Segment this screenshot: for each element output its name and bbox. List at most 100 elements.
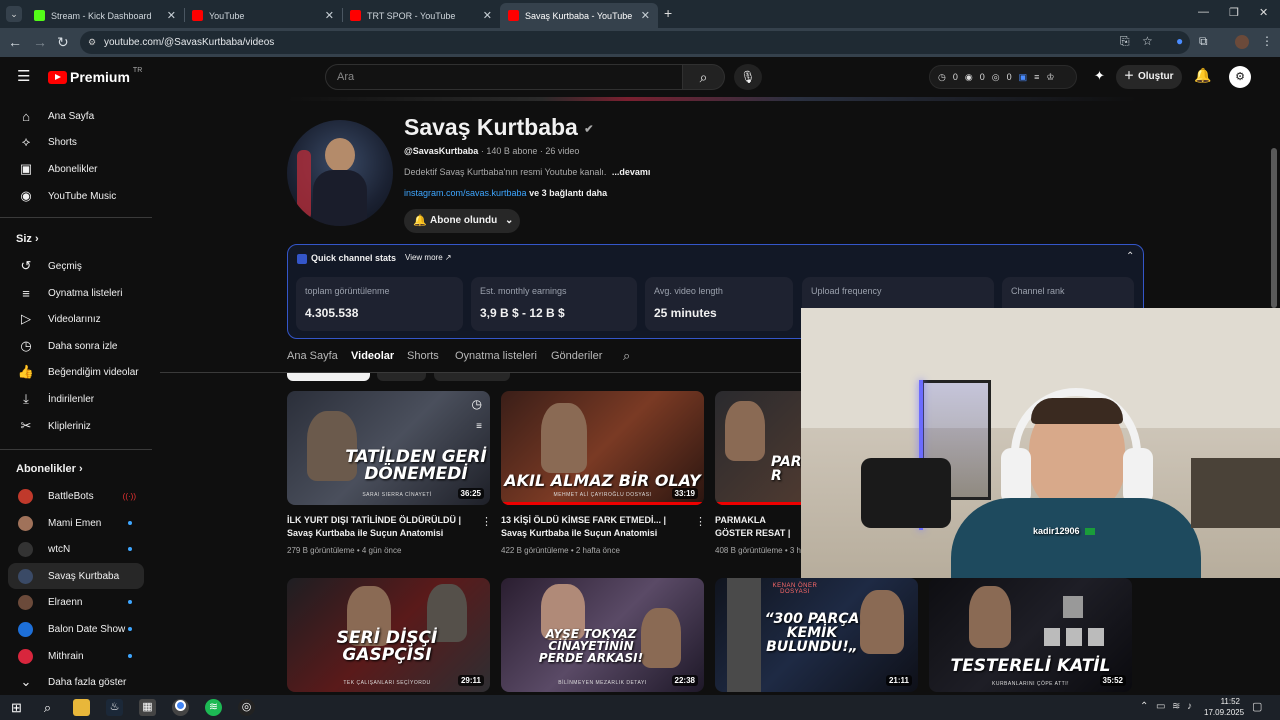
- video-thumbnail[interactable]: AYŞE TOKYAZ CİNAYETİNİN PERDE ARKASI! Bİ…: [501, 578, 704, 692]
- tab-home[interactable]: Ana Sayfa: [287, 350, 338, 362]
- tab-playlists[interactable]: Oynatma listeleri: [455, 350, 537, 362]
- filter-chip-latest[interactable]: [287, 373, 370, 381]
- account-avatar[interactable]: ⚙: [1229, 66, 1251, 88]
- video-thumbnail[interactable]: SERİ DİŞÇİ GASPÇISI TEK ÇALIŞANLARI SEÇİ…: [287, 578, 490, 692]
- search-icon[interactable]: ⌕: [683, 64, 725, 90]
- sidebar-subscription-active[interactable]: Savaş Kurtbaba: [8, 563, 144, 589]
- tool-icon[interactable]: ▣: [1019, 72, 1028, 83]
- restore-icon[interactable]: ❐: [1229, 6, 1239, 19]
- sidebar-item-playlists[interactable]: ≡ Oynatma listeleri: [8, 280, 144, 306]
- filter-chip-oldest[interactable]: [434, 373, 510, 381]
- browser-tab[interactable]: YouTube ✕: [184, 3, 342, 28]
- view-more-link[interactable]: View more ↗: [405, 253, 452, 262]
- page-scrollbar[interactable]: [1271, 148, 1277, 308]
- tray-display-icon[interactable]: ▭: [1156, 701, 1165, 712]
- channel-search-icon[interactable]: ⌕: [623, 348, 630, 364]
- watch-later-icon[interactable]: ◷: [472, 397, 482, 411]
- subscribed-button[interactable]: 🔔 Abone olundu ⌄: [404, 209, 520, 233]
- install-app-icon[interactable]: ⎘: [1120, 34, 1130, 49]
- browser-menu-icon[interactable]: ⋮: [1261, 34, 1273, 48]
- file-explorer-icon[interactable]: [73, 699, 90, 716]
- puzzle-icon[interactable]: ⧉: [1199, 34, 1208, 49]
- close-icon[interactable]: ✕: [325, 9, 334, 22]
- spotify-icon[interactable]: ≋: [205, 699, 222, 716]
- sidebar-show-more[interactable]: ⌄ Daha fazla göster: [8, 669, 144, 695]
- mic-icon[interactable]: 🎙: [734, 64, 762, 90]
- tray-chevron-icon[interactable]: ⌃: [1140, 701, 1148, 712]
- sidebar-subscription[interactable]: wtcN: [8, 536, 144, 562]
- clock[interactable]: 11:52 17.09.2025: [1204, 696, 1244, 718]
- video-thumbnail[interactable]: AKIL ALMAZ BİR OLAY MEHMET ALİ ÇAYIROĞLU…: [501, 391, 704, 505]
- more-links[interactable]: ve 3 bağlantı daha: [529, 188, 607, 198]
- sidebar-you-header[interactable]: Siz ›: [16, 233, 39, 245]
- video-menu-icon[interactable]: ⋮: [481, 515, 492, 528]
- video-menu-icon[interactable]: ⋮: [695, 515, 706, 528]
- volume-icon[interactable]: ♪: [1187, 701, 1192, 712]
- browser-tab[interactable]: TRT SPOR - YouTube ✕: [342, 3, 500, 28]
- tab-videos[interactable]: Videolar: [351, 350, 394, 362]
- extension-stats-pill[interactable]: ◷ 0 ◉ 0 ◎ 0 ▣ ≡ ♔: [929, 65, 1077, 89]
- channel-description[interactable]: Dedektif Savaş Kurtbaba'nın resmi Youtub…: [404, 167, 650, 177]
- new-tab-icon[interactable]: +: [664, 5, 672, 21]
- sidebar-item-watch-later[interactable]: ◷ Daha sonra izle: [8, 333, 144, 359]
- video-thumbnail[interactable]: TATİLDEN GERİ DÖNEMEDİ SARAI SIERRA CİNA…: [287, 391, 490, 505]
- close-icon[interactable]: ✕: [641, 9, 650, 22]
- calculator-icon[interactable]: ▦: [139, 699, 156, 716]
- search-input[interactable]: Ara: [325, 64, 683, 90]
- sidebar-item-youtube-music[interactable]: ◉ YouTube Music: [8, 183, 144, 209]
- close-window-icon[interactable]: ✕: [1259, 6, 1268, 19]
- video-thumbnail[interactable]: TESTERELİ KATİL KURBANLARINI ÇÖPE ATTI! …: [929, 578, 1132, 692]
- browser-tab[interactable]: Stream - Kick Dashboard ✕: [26, 3, 184, 28]
- sparkle-icon[interactable]: ✦: [1094, 68, 1105, 84]
- reload-icon[interactable]: ↻: [57, 34, 69, 51]
- tab-posts[interactable]: Gönderiler: [551, 350, 602, 362]
- extension-icon[interactable]: ●: [1176, 34, 1183, 48]
- profile-avatar[interactable]: [1235, 35, 1249, 49]
- video-thumbnail[interactable]: PAR R: [715, 391, 801, 505]
- sidebar-subscription[interactable]: Balon Date Show: [8, 616, 144, 642]
- close-icon[interactable]: ✕: [483, 9, 492, 22]
- sidebar-subscription[interactable]: Mithrain: [8, 643, 144, 669]
- url-field[interactable]: ⚙ youtube.com/@SavasKurtbaba/videos: [80, 31, 1190, 54]
- windows-start-icon[interactable]: ⊞: [8, 699, 25, 716]
- sidebar-item-downloads[interactable]: ⤓ İndirilenler: [8, 386, 144, 412]
- youtube-logo[interactable]: Premium TR: [48, 67, 142, 85]
- instagram-link[interactable]: instagram.com/savas.kurtbaba: [404, 188, 527, 198]
- sidebar-item-shorts[interactable]: ⟡ Shorts: [8, 129, 144, 155]
- sidebar-subscription[interactable]: BattleBots ((·)): [8, 483, 144, 509]
- trophy-icon[interactable]: ♔: [1046, 72, 1054, 83]
- sidebar-item-subscriptions[interactable]: ▣ Abonelikler: [8, 156, 144, 182]
- create-button[interactable]: ＋ Oluştur: [1116, 65, 1182, 89]
- site-info-icon[interactable]: ⚙: [88, 31, 96, 54]
- tab-list-icon[interactable]: ⌄: [6, 6, 22, 22]
- list-icon[interactable]: ≡: [1034, 72, 1039, 82]
- forward-icon[interactable]: →: [33, 34, 47, 50]
- obs-icon[interactable]: ◎: [238, 699, 255, 716]
- tab-shorts[interactable]: Shorts: [407, 350, 439, 362]
- notifications-icon[interactable]: ▢: [1252, 700, 1262, 713]
- collapse-icon[interactable]: ⌃: [1126, 251, 1134, 262]
- browser-tab-active[interactable]: Savaş Kurtbaba - YouTube ✕: [500, 3, 658, 28]
- chrome-icon[interactable]: [172, 699, 189, 716]
- minimize-icon[interactable]: —: [1198, 6, 1209, 18]
- steam-icon[interactable]: ♨: [106, 699, 123, 716]
- sidebar-item-liked-videos[interactable]: 👍 Beğendiğim videolar: [8, 359, 144, 385]
- sidebar-subscriptions-header[interactable]: Abonelikler ›: [16, 463, 83, 475]
- filter-chip-popular[interactable]: [377, 373, 426, 381]
- close-icon[interactable]: ✕: [167, 9, 176, 22]
- wifi-icon[interactable]: ≋: [1172, 701, 1180, 712]
- back-icon[interactable]: ←: [8, 34, 22, 50]
- video-title[interactable]: PARMAKLA GÖSTER RESAT | Savaş Kurtb: [715, 514, 801, 540]
- more-link[interactable]: ...devamı: [612, 167, 651, 177]
- hamburger-menu-icon[interactable]: ☰: [17, 67, 30, 85]
- video-title[interactable]: İLK YURT DIŞI TATİLİNDE ÖLDÜRÜLDÜ | Sava…: [287, 514, 477, 540]
- search-icon[interactable]: ⌕: [39, 699, 56, 716]
- sidebar-item-history[interactable]: ↺ Geçmiş: [8, 253, 144, 279]
- sidebar-item-your-videos[interactable]: ▷ Videolarınız: [8, 306, 144, 332]
- notifications-bell-icon[interactable]: 🔔: [1194, 67, 1211, 84]
- video-title[interactable]: 13 KİŞİ ÖLDÜ KİMSE FARK ETMEDİ... | Sava…: [501, 514, 691, 540]
- bookmark-star-icon[interactable]: ☆: [1142, 34, 1153, 48]
- sidebar-subscription[interactable]: Mami Emen: [8, 510, 144, 536]
- sidebar-item-home[interactable]: ⌂ Ana Sayfa: [8, 103, 144, 129]
- sidebar-item-clips[interactable]: ✂ Klipleriniz: [8, 413, 144, 439]
